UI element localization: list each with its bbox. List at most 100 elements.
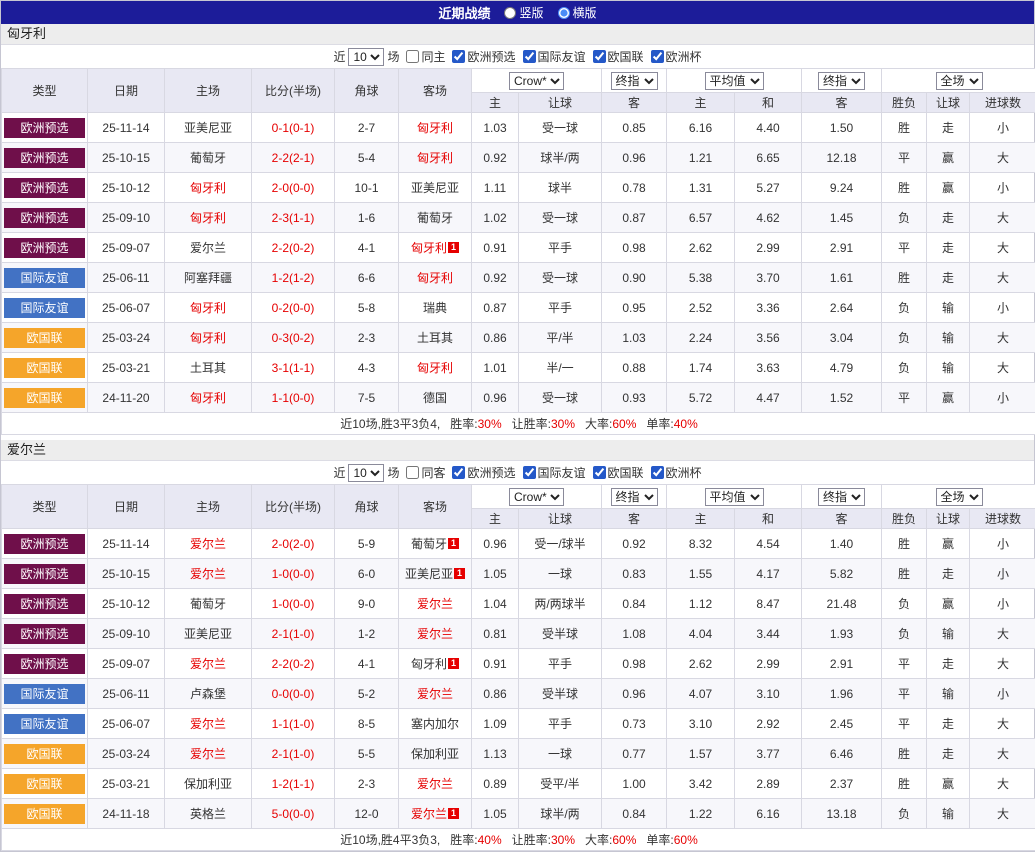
league-filter-checkbox[interactable] — [651, 50, 664, 63]
handicap-result-cell: 输 — [927, 619, 970, 649]
league-filter-option[interactable]: 国际友谊 — [519, 48, 586, 65]
date-cell: 25-03-24 — [88, 739, 165, 769]
league-filter-option[interactable]: 欧国联 — [589, 48, 644, 65]
date-cell: 25-03-21 — [88, 353, 165, 383]
league-filter-checkbox[interactable] — [452, 50, 465, 63]
score-cell: 1-2(1-1) — [252, 769, 335, 799]
team-link: 爱尔兰 — [417, 777, 453, 791]
score-cell: 2-0(0-0) — [252, 173, 335, 203]
handicap-cell: 平手 — [519, 649, 602, 679]
avg-period-select[interactable]: 终指 — [818, 72, 865, 90]
same-venue-option[interactable]: 同主 — [402, 48, 445, 65]
team-link: 爱尔兰 — [190, 537, 226, 551]
stat-value: 30% — [551, 833, 575, 847]
score-cell: 5-0(0-0) — [252, 799, 335, 829]
date-cell: 25-10-15 — [88, 143, 165, 173]
same-venue-checkbox[interactable] — [406, 50, 419, 63]
league-filter-option[interactable]: 欧洲预选 — [448, 464, 515, 481]
col-header-avg-draw: 和 — [735, 93, 802, 113]
vertical-layout-radio[interactable] — [504, 7, 516, 19]
avg-source-select[interactable]: 平均值 — [705, 72, 764, 90]
date-cell: 25-10-12 — [88, 589, 165, 619]
avg-home-cell: 3.42 — [667, 769, 735, 799]
league-filter-label: 国际友谊 — [538, 464, 586, 481]
odds-away-cell: 0.96 — [602, 143, 667, 173]
away-team-cell: 德国 — [399, 383, 472, 413]
team-link: 土耳其 — [190, 361, 226, 375]
odds-home-cell: 1.02 — [472, 203, 519, 233]
match-row: 国际友谊25-06-11卢森堡0-0(0-0)5-2爱尔兰0.86受半球0.96… — [2, 679, 1035, 709]
layout-option-vertical[interactable]: 竖版 — [504, 4, 543, 21]
corner-cell: 5-4 — [335, 143, 399, 173]
avg-draw-cell: 6.65 — [735, 143, 802, 173]
corner-cell: 2-3 — [335, 323, 399, 353]
odds-away-cell: 0.73 — [602, 709, 667, 739]
avg-home-cell: 4.07 — [667, 679, 735, 709]
match-count-select[interactable]: 10 — [348, 48, 384, 66]
avg-home-cell: 1.31 — [667, 173, 735, 203]
summary-stat: 让胜率:30% — [512, 833, 575, 847]
odds-company-select[interactable]: Crow* — [509, 72, 564, 90]
league-filter-option[interactable]: 欧国联 — [589, 464, 644, 481]
home-team-cell: 匈牙利 — [165, 203, 252, 233]
team-link: 保加利亚 — [184, 777, 232, 791]
league-filter-checkbox[interactable] — [651, 466, 664, 479]
scope-select[interactable]: 全场 — [936, 72, 983, 90]
league-filter-checkbox[interactable] — [452, 466, 465, 479]
result-cell: 负 — [882, 619, 927, 649]
league-filter-option[interactable]: 欧洲杯 — [647, 464, 702, 481]
avg-source-select[interactable]: 平均值 — [705, 488, 764, 506]
avg-home-cell: 3.10 — [667, 709, 735, 739]
avg-home-cell: 2.52 — [667, 293, 735, 323]
team-link: 匈牙利 — [411, 241, 447, 255]
league-filter-option[interactable]: 欧洲预选 — [448, 48, 515, 65]
match-count-select[interactable]: 10 — [348, 464, 384, 482]
league-filter-label: 欧洲预选 — [467, 48, 515, 65]
league-cell: 国际友谊 — [2, 709, 88, 739]
league-filter-checkbox[interactable] — [523, 50, 536, 63]
odds-period-select[interactable]: 终指 — [611, 72, 658, 90]
col-header-avg-home: 主 — [667, 509, 735, 529]
league-badge: 欧洲预选 — [4, 208, 85, 228]
team-link: 葡萄牙 — [190, 597, 226, 611]
league-cell: 国际友谊 — [2, 263, 88, 293]
odds-company-select[interactable]: Crow* — [509, 488, 564, 506]
same-venue-option[interactable]: 同客 — [402, 464, 445, 481]
league-badge: 欧国联 — [4, 774, 85, 794]
goals-result-cell: 小 — [970, 589, 1035, 619]
goals-result-cell: 小 — [970, 383, 1035, 413]
handicap-cell: 受一球 — [519, 203, 602, 233]
avg-draw-cell: 4.40 — [735, 113, 802, 143]
team-link: 匈牙利 — [417, 121, 453, 135]
score-cell: 1-2(1-2) — [252, 263, 335, 293]
horizontal-layout-radio[interactable] — [558, 7, 570, 19]
league-badge: 欧洲预选 — [4, 624, 85, 644]
avg-away-cell: 1.61 — [802, 263, 882, 293]
league-filter-option[interactable]: 国际友谊 — [519, 464, 586, 481]
league-cell: 欧洲预选 — [2, 113, 88, 143]
team-link: 塞内加尔 — [411, 717, 459, 731]
handicap-result-cell: 输 — [927, 799, 970, 829]
col-header-avg-away: 客 — [802, 93, 882, 113]
layout-option-horizontal[interactable]: 横版 — [558, 4, 597, 21]
goals-result-cell: 大 — [970, 353, 1035, 383]
home-team-cell: 亚美尼亚 — [165, 619, 252, 649]
league-filter-checkbox[interactable] — [523, 466, 536, 479]
result-cell: 胜 — [882, 113, 927, 143]
league-filter-option[interactable]: 欧洲杯 — [647, 48, 702, 65]
league-filter-checkbox[interactable] — [593, 466, 606, 479]
team-link: 英格兰 — [190, 807, 226, 821]
league-cell: 欧洲预选 — [2, 529, 88, 559]
corner-cell: 8-5 — [335, 709, 399, 739]
odds-period-select[interactable]: 终指 — [611, 488, 658, 506]
league-cell: 欧洲预选 — [2, 589, 88, 619]
scope-select[interactable]: 全场 — [936, 488, 983, 506]
odds-home-cell: 1.01 — [472, 353, 519, 383]
same-venue-checkbox[interactable] — [406, 466, 419, 479]
league-filter-checkbox[interactable] — [593, 50, 606, 63]
match-row: 国际友谊25-06-07匈牙利0-2(0-0)5-8瑞典0.87平手0.952.… — [2, 293, 1035, 323]
avg-period-select[interactable]: 终指 — [818, 488, 865, 506]
score-cell: 2-3(1-1) — [252, 203, 335, 233]
team-link: 爱尔兰 — [190, 567, 226, 581]
col-header-odds-home: 主 — [472, 509, 519, 529]
